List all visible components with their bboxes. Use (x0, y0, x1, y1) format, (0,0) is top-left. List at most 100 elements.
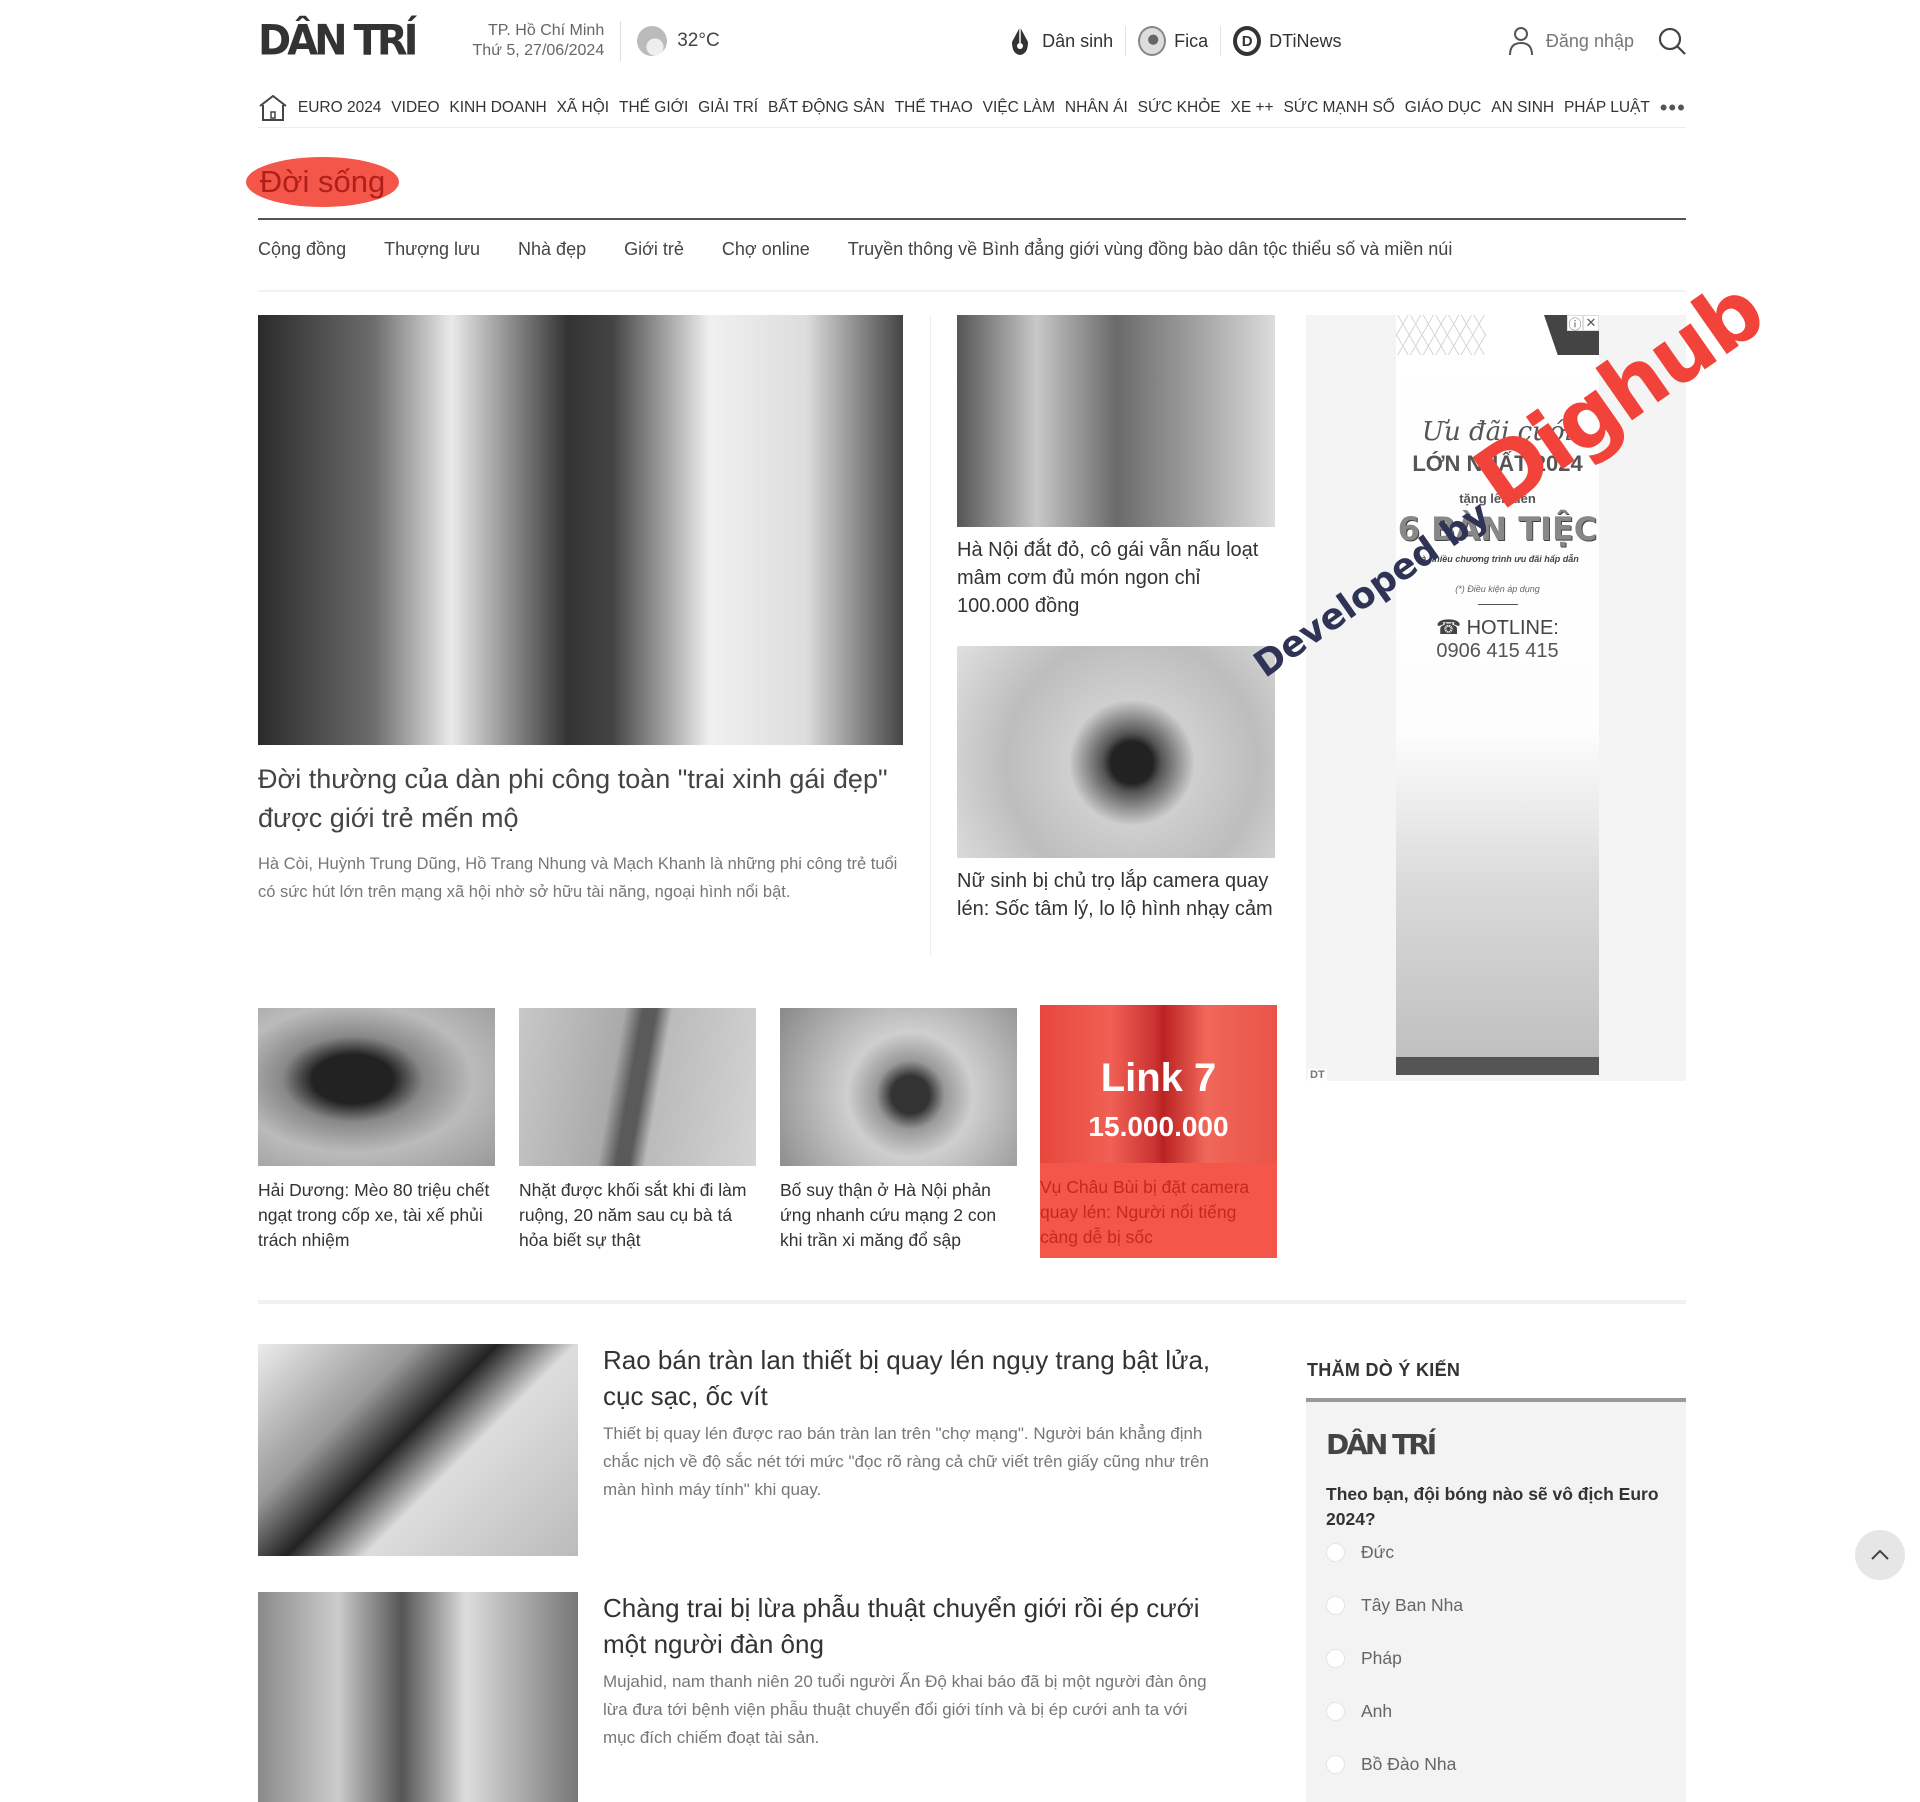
weather: 32°C (637, 26, 720, 56)
chevron-up-icon (1871, 1549, 1889, 1560)
nav-item[interactable]: SỨC KHỎE (1138, 99, 1221, 117)
nav-item[interactable]: XÃ HỘI (557, 99, 610, 117)
ad-close-icon[interactable]: ✕ (1583, 315, 1599, 331)
featured-sapo: Hà Còi, Huỳnh Trung Dũng, Hồ Trang Nhung… (258, 855, 898, 901)
side-article-title[interactable]: Nữ sinh bị chủ trọ lắp camera quay lén: … (957, 867, 1277, 923)
home-icon[interactable] (258, 94, 288, 122)
row-article[interactable]: Hải Dương: Mèo 80 triệu chết ngạt trong … (258, 1008, 495, 1253)
link-label: Fica (1174, 30, 1209, 51)
side-article-title[interactable]: Hà Nội đắt đỏ, cô gái vẫn nấu loạt mâm c… (957, 536, 1277, 620)
poll-heading: THĂM DÒ Ý KIẾN (1307, 1360, 1461, 1380)
poll-option[interactable]: Bồ Đào Nha (1326, 1754, 1456, 1775)
scroll-top-button[interactable] (1855, 1530, 1905, 1580)
location-date: TP. Hồ Chí Minh Thứ 5, 27/06/2024 (473, 21, 622, 61)
nav-item[interactable]: XE ++ (1230, 99, 1273, 117)
poll-option-label: Bồ Đào Nha (1361, 1754, 1457, 1774)
nav-item[interactable]: THẾ GIỚI (619, 99, 688, 117)
nav-item[interactable]: PHÁP LUẬT (1564, 99, 1650, 117)
subnav-item[interactable]: Thượng lưu (384, 239, 480, 260)
subnav-item[interactable]: Truyền thông về Bình đẳng giới vùng đồng… (848, 239, 1453, 260)
link-fica[interactable]: Fica (1126, 26, 1222, 56)
promo-article[interactable]: Link 7 15.000.000 Vụ Châu Bùi bị đặt cam… (1040, 1005, 1277, 1258)
section-divider (258, 218, 1686, 220)
dtinews-d-icon: D (1233, 26, 1262, 56)
featured-title[interactable]: Đời thường của dàn phi công toàn "trai x… (258, 760, 898, 838)
row-article-image[interactable] (519, 1008, 756, 1166)
row-article[interactable]: Bố suy thận ở Hà Nội phản ứng nhanh cứu … (780, 1008, 1017, 1253)
section-subnav: Cộng đồng Thượng lưu Nhà đẹp Giới trẻ Chợ on… (258, 232, 1686, 266)
row-article-title[interactable]: Bố suy thận ở Hà Nội phản ứng nhanh cứu … (780, 1178, 1017, 1253)
side-article-image[interactable] (957, 646, 1275, 858)
poll-radio[interactable] (1326, 1649, 1345, 1668)
promo-overlay: Link 7 15.000.000 (1040, 1005, 1277, 1163)
row-article-title[interactable]: Vụ Châu Bùi bị đặt camera quay lén: Ngườ… (1040, 1175, 1277, 1250)
globe-icon (1138, 26, 1167, 56)
poll-radio[interactable] (1326, 1702, 1345, 1721)
list-article-image[interactable] (258, 1344, 578, 1556)
subnav-item[interactable]: Giới trẻ (624, 239, 684, 260)
nav-item[interactable]: SỨC MẠNH SỐ (1283, 99, 1394, 117)
nav-item[interactable]: EURO 2024 (298, 99, 382, 117)
row-article-title[interactable]: Nhặt được khối sắt khi đi làm ruộng, 20 … (519, 1178, 756, 1253)
link-dtinews[interactable]: D DTiNews (1221, 26, 1353, 56)
promo-image[interactable]: Link 7 15.000.000 (1040, 1005, 1277, 1163)
list-article-image[interactable] (258, 1592, 578, 1802)
main-nav: EURO 2024 VIDEO KINH DOANH XÃ HỘI THẾ GIỚI GI… (258, 88, 1686, 128)
ad-hotline: 0906 415 415 (1436, 640, 1559, 662)
poll-option[interactable]: Tây Ban Nha (1326, 1595, 1463, 1616)
ad-corner-mark: DT (1308, 1069, 1327, 1081)
ad-footer (1396, 1057, 1599, 1075)
weather-icon (637, 26, 668, 56)
column-divider (930, 315, 931, 955)
link-label: DTiNews (1269, 30, 1342, 51)
ad-controls: ⓘ ✕ (1567, 315, 1599, 332)
poll-radio[interactable] (1326, 1543, 1345, 1562)
subnav-item[interactable]: Cộng đồng (258, 239, 346, 260)
poll-radio[interactable] (1326, 1596, 1345, 1615)
row-article-title[interactable]: Hải Dương: Mèo 80 triệu chết ngạt trong … (258, 1178, 495, 1253)
list-article-sapo: Thiết bị quay lén được rao bán tràn lan … (603, 1424, 1210, 1499)
subnav-divider (258, 290, 1686, 292)
nav-item[interactable]: THỂ THAO (895, 99, 973, 117)
more-menu-icon[interactable]: ••• (1660, 95, 1686, 121)
nav-item[interactable]: BẤT ĐỘNG SẢN (768, 99, 885, 117)
login-link[interactable]: Đăng nhập (1546, 31, 1634, 52)
ad-line: (*) Điều kiện áp dụng (1455, 584, 1540, 594)
ad-info-icon[interactable]: ⓘ (1567, 315, 1583, 332)
login-area: Đăng nhập (1508, 26, 1686, 56)
nav-item[interactable]: VIỆC LÀM (983, 99, 1055, 117)
nav-item[interactable]: NHÂN ÁI (1065, 99, 1128, 117)
section-title[interactable]: Đời sống (246, 157, 399, 207)
nav-item[interactable]: KINH DOANH (449, 99, 546, 117)
poll-option-label: Đức (1361, 1542, 1395, 1562)
link-dan-sinh[interactable]: Dân sinh (994, 26, 1127, 56)
nav-item[interactable]: AN SINH (1491, 99, 1554, 117)
link-label: Dân sinh (1042, 30, 1114, 51)
location: TP. Hồ Chí Minh (488, 22, 605, 39)
subnav-item[interactable]: Chợ online (722, 239, 810, 260)
row-article[interactable]: Nhặt được khối sắt khi đi làm ruộng, 20 … (519, 1008, 756, 1253)
nav-item[interactable]: GIÁO DỤC (1405, 99, 1482, 117)
top-header: DÂN TRÍ TP. Hồ Chí Minh Thứ 5, 27/06/202… (258, 0, 1686, 82)
nav-item[interactable]: GIẢI TRÍ (698, 99, 758, 117)
poll-logo: DÂN TRÍ (1326, 1428, 1437, 1461)
promo-price: 15.000.000 (1088, 1110, 1229, 1142)
poll-question: Theo bạn, đội bóng nào sẽ vô địch Euro 2… (1326, 1484, 1659, 1529)
search-icon[interactable] (1658, 27, 1686, 55)
user-icon[interactable] (1508, 26, 1534, 56)
list-article-title[interactable]: Chàng trai bị lừa phẫu thuật chuyển giới… (603, 1590, 1223, 1662)
poll-option[interactable]: Anh (1326, 1701, 1392, 1722)
site-logo[interactable]: DÂN TRÍ (258, 20, 419, 62)
promo-label: Link 7 (1100, 1055, 1217, 1100)
side-article-image[interactable] (957, 315, 1275, 527)
subnav-item[interactable]: Nhà đẹp (518, 239, 586, 260)
row-article-image[interactable] (780, 1008, 1017, 1166)
nav-item[interactable]: VIDEO (391, 99, 439, 117)
ad-divider (1477, 604, 1518, 605)
poll-option[interactable]: Pháp (1326, 1648, 1402, 1669)
featured-image[interactable] (258, 315, 903, 745)
poll-radio[interactable] (1326, 1755, 1345, 1774)
poll-option[interactable]: Đức (1326, 1542, 1394, 1563)
row-article-image[interactable] (258, 1008, 495, 1166)
list-article-title[interactable]: Rao bán tràn lan thiết bị quay lén ngụy … (603, 1342, 1223, 1414)
